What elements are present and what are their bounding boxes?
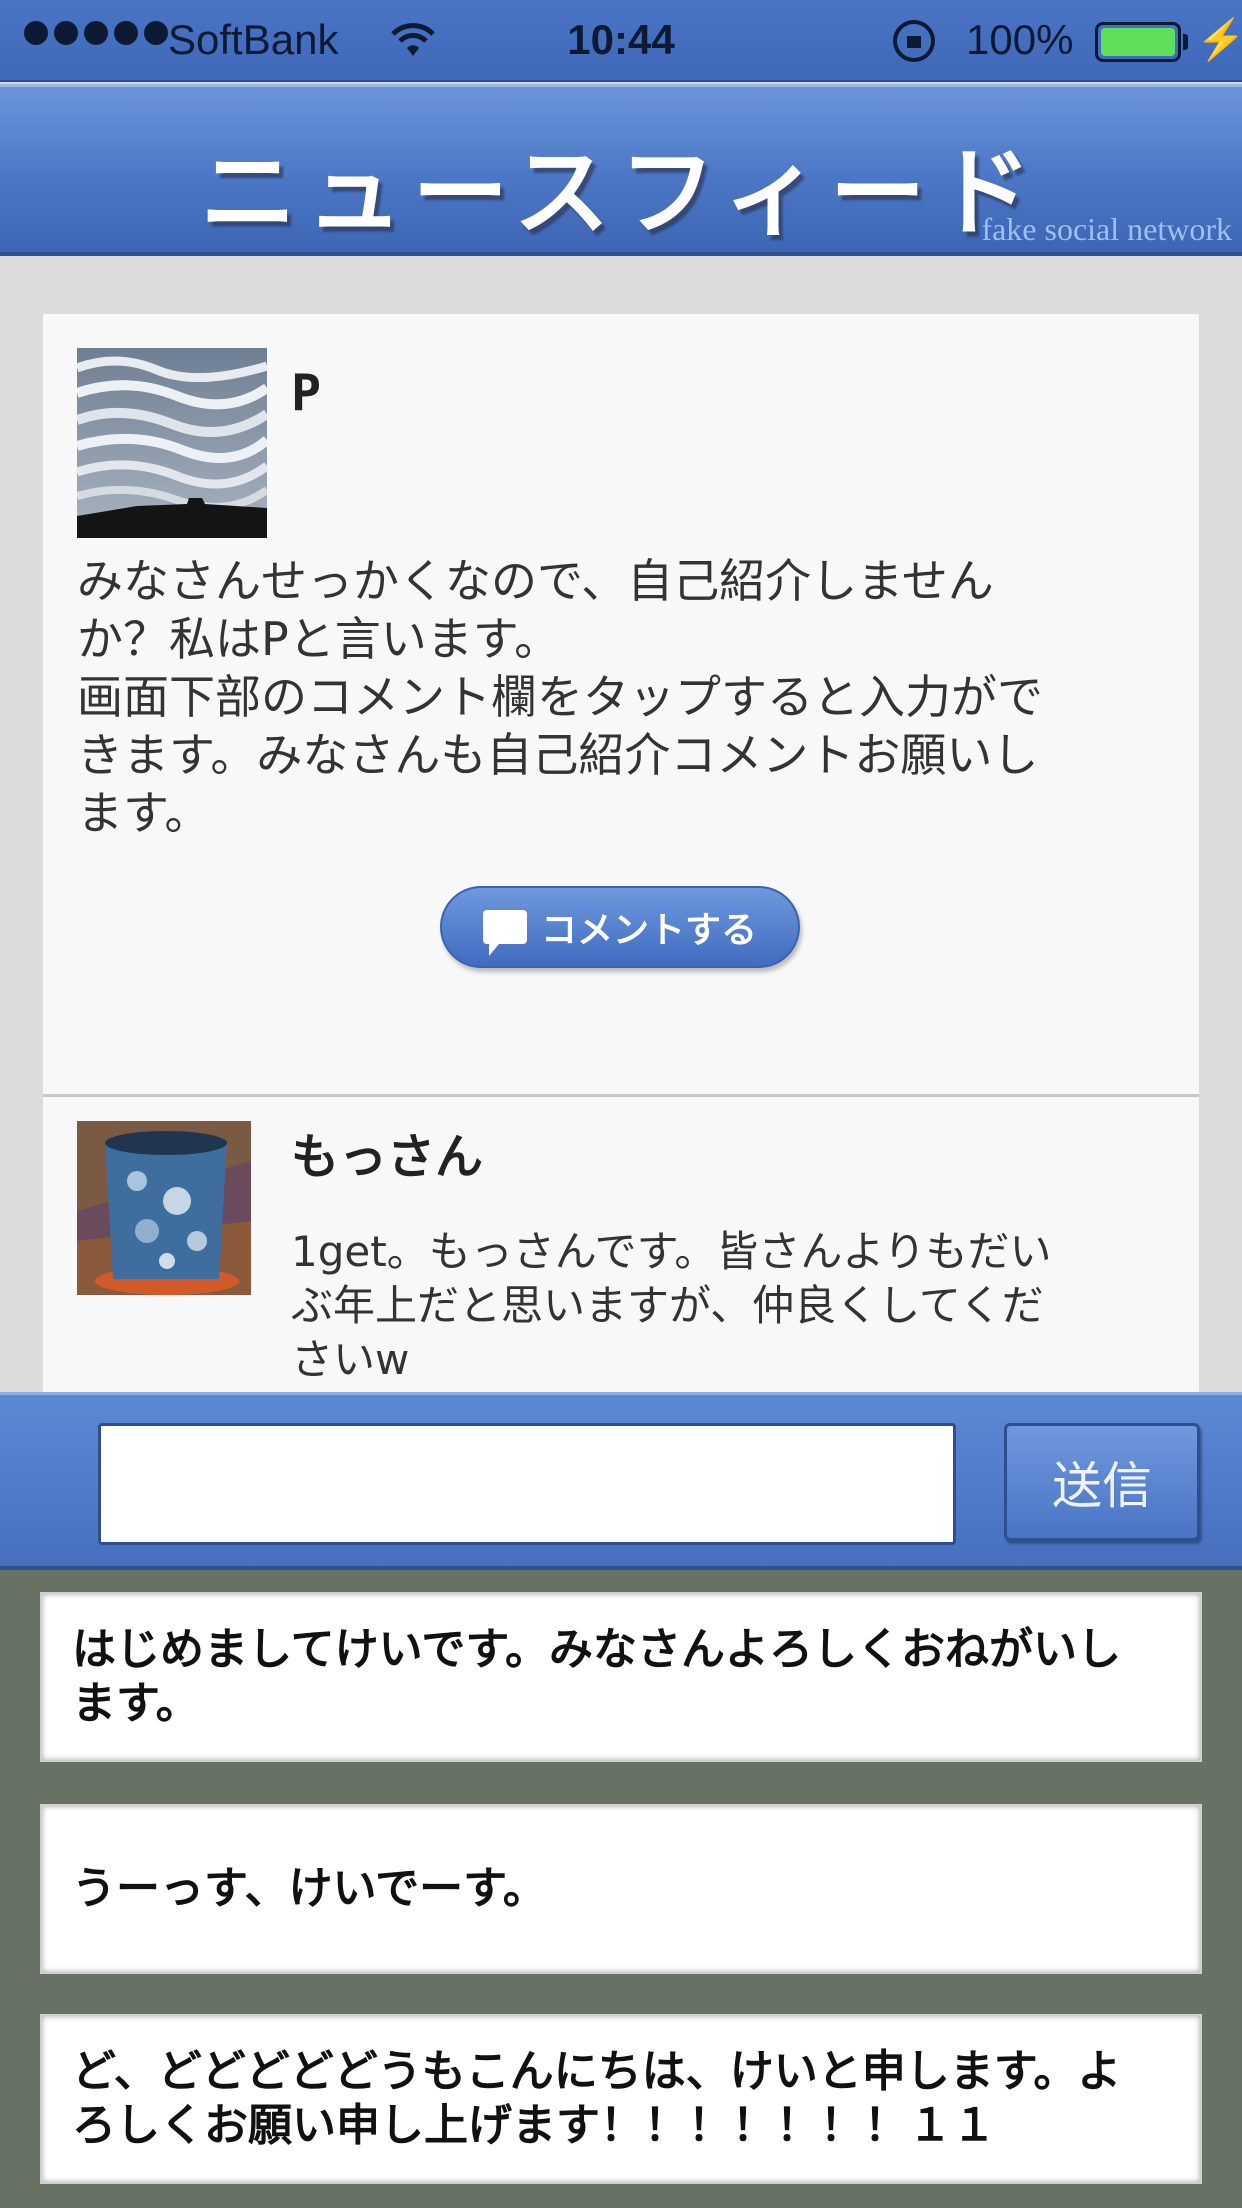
reply-author-name: もっさん bbox=[291, 1129, 484, 1185]
comment-button[interactable]: コメントする bbox=[440, 886, 800, 968]
post-card: P みなさんせっかくなので、自己紹介しません か？私はPと言います。 画面下部の… bbox=[43, 314, 1199, 1094]
battery-icon bbox=[1095, 22, 1181, 62]
news-feed[interactable]: P みなさんせっかくなので、自己紹介しません か？私はPと言います。 画面下部の… bbox=[0, 256, 1242, 1392]
speech-bubble-icon bbox=[482, 910, 527, 956]
post-body: みなさんせっかくなので、自己紹介しません か？私はPと言います。 画面下部のコメ… bbox=[77, 552, 1167, 842]
post-author-name: P bbox=[291, 364, 322, 422]
post-body-line: か？私はPと言います。 bbox=[77, 612, 561, 666]
suggested-comment-line: ど、どどどどどうもこんにちは、けいと申します。よ bbox=[72, 2046, 1122, 2097]
reply-text-line: さいw bbox=[291, 1335, 410, 1384]
reply-item: もっさん 1get。もっさんです。皆さんよりもだい ぶ年上だと思いますが、仲良く… bbox=[43, 1094, 1199, 1392]
post-body-line: みなさんせっかくなので、自己紹介しません bbox=[77, 554, 994, 608]
send-button[interactable]: 送信 bbox=[1004, 1423, 1200, 1541]
battery-tip bbox=[1183, 34, 1188, 50]
suggested-comment-line: はじめましてけいです。みなさんよろしくおねがいし bbox=[72, 1624, 1121, 1675]
suggested-comment[interactable]: うーっす、けいでーす。 bbox=[40, 1804, 1202, 1974]
rotation-lock-icon bbox=[893, 20, 935, 62]
teacup-photo-icon[interactable] bbox=[77, 1121, 251, 1295]
suggested-comment-line: ます。 bbox=[72, 1678, 200, 1729]
suggested-comment[interactable]: はじめましてけいです。みなさんよろしくおねがいし ます。 bbox=[40, 1592, 1202, 1762]
app-header: ニュースフィード fake social network bbox=[0, 84, 1242, 256]
suggested-comment-line: うーっす、けいでーす。 bbox=[72, 1863, 547, 1914]
reply-text: 1get。もっさんです。皆さんよりもだい ぶ年上だと思いますが、仲良くしてくだ … bbox=[291, 1225, 1171, 1387]
cloudy-sky-photo-icon[interactable] bbox=[77, 348, 267, 538]
post-body-line: 画面下部のコメント欄をタップすると入力がで bbox=[77, 670, 1043, 724]
comment-input-bar: 送信 bbox=[0, 1392, 1242, 1570]
reply-text-line: ぶ年上だと思いますが、仲良くしてくだ bbox=[291, 1281, 1044, 1330]
comment-button-label: コメントする bbox=[540, 910, 757, 951]
post-body-line: きます。みなさんも自己紹介コメントお願いし bbox=[77, 728, 1039, 782]
comment-input[interactable] bbox=[98, 1423, 956, 1545]
post-body-line: ます。 bbox=[77, 786, 211, 840]
battery-percentage: 100% bbox=[966, 16, 1074, 63]
reply-text-line: 1get。もっさんです。皆さんよりもだい bbox=[291, 1227, 1052, 1276]
suggested-comments-panel: はじめましてけいです。みなさんよろしくおねがいし ます。 うーっす、けいでーす。… bbox=[0, 1570, 1242, 2208]
charging-icon: ⚡ bbox=[1196, 18, 1242, 62]
app-tagline: fake social network bbox=[981, 211, 1232, 247]
suggested-comment[interactable]: ど、どどどどどうもこんにちは、けいと申します。よ ろしくお願い申し上げます！！！… bbox=[40, 2014, 1202, 2184]
status-bar: SoftBank 10:44 100% ⚡ bbox=[0, 0, 1242, 82]
suggested-comment-line: ろしくお願い申し上げます！！！！！！！１１ bbox=[72, 2100, 996, 2151]
